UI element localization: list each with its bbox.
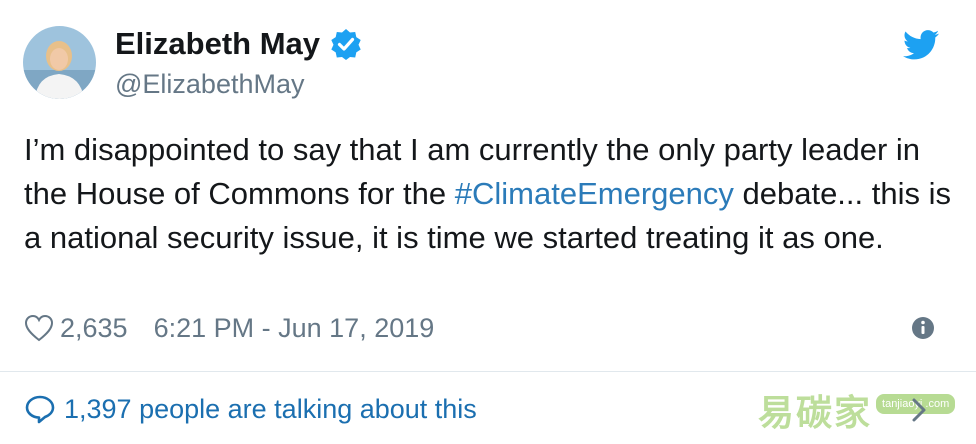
twitter-bird-icon[interactable] <box>903 30 939 60</box>
hashtag-link[interactable]: #ClimateEmergency <box>455 176 734 211</box>
speech-bubble-icon <box>25 395 55 424</box>
heart-icon[interactable] <box>24 314 54 342</box>
chevron-right-icon[interactable] <box>908 396 930 424</box>
info-icon[interactable] <box>911 316 935 340</box>
verified-badge-icon <box>331 29 361 60</box>
talking-about-label[interactable]: 1,397 people are talking about this <box>64 394 477 425</box>
tweet-text: I’m disappointed to say that I am curren… <box>24 128 954 260</box>
avatar[interactable] <box>23 26 96 99</box>
talking-about-link[interactable]: 1,397 people are talking about this <box>24 390 477 428</box>
like-count[interactable]: 2,635 <box>60 313 128 344</box>
author-handle[interactable]: @ElizabethMay <box>115 66 305 102</box>
tweet-meta: 2,635 6:21 PM - Jun 17, 2019 <box>24 310 434 346</box>
author-name-row[interactable]: Elizabeth May <box>115 24 362 64</box>
watermark-text: 易碳家 <box>758 393 873 434</box>
author-name[interactable]: Elizabeth May <box>115 24 320 64</box>
divider <box>0 371 976 372</box>
tweet-timestamp[interactable]: 6:21 PM - Jun 17, 2019 <box>154 313 435 344</box>
